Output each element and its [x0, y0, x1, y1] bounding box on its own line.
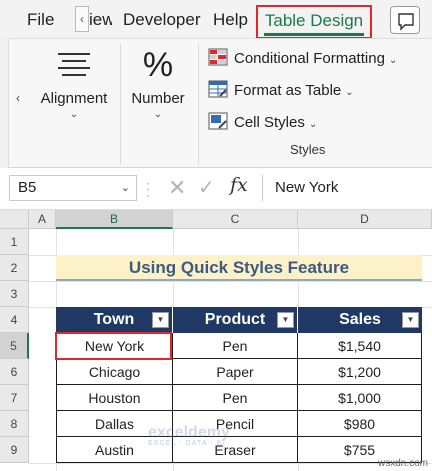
- ribbon-divider: [9, 38, 432, 39]
- number-button[interactable]: % Number ⌄: [128, 46, 188, 120]
- table-header-town[interactable]: Town ▼: [56, 307, 173, 333]
- chevron-down-icon: ⌄: [153, 109, 163, 120]
- styles-group-label: Styles: [290, 142, 326, 157]
- alignment-button[interactable]: Alignment ⌄: [38, 46, 110, 120]
- row-header-2[interactable]: 2: [0, 255, 29, 281]
- cell-styles-button[interactable]: Cell Styles ⌄: [208, 110, 317, 136]
- row-header-9[interactable]: 9: [0, 437, 29, 463]
- table-cell-sales[interactable]: $1,200: [298, 359, 422, 385]
- tab-developer[interactable]: Developer: [123, 0, 201, 38]
- cancel-icon[interactable]: ✕: [168, 175, 186, 201]
- table-header-product[interactable]: Product ▼: [173, 307, 298, 333]
- chevron-down-icon: ⌄: [308, 119, 318, 130]
- cell-styles-icon: [208, 112, 228, 130]
- select-all-button[interactable]: [0, 210, 29, 229]
- chevron-down-icon[interactable]: ⌄: [121, 176, 130, 200]
- number-label: Number: [131, 90, 185, 107]
- name-box-value: B5: [18, 179, 37, 196]
- format-as-table-label: Format as Table: [234, 82, 342, 99]
- active-tab-indicator: [264, 33, 364, 36]
- conditional-formatting-icon: [208, 48, 228, 66]
- ribbon-scroll-left-button[interactable]: ‹: [11, 78, 25, 118]
- formula-bar-resize-handle[interactable]: · · ·: [146, 177, 154, 201]
- filter-dropdown-icon[interactable]: ▼: [152, 312, 169, 328]
- alignment-label: Alignment: [40, 90, 108, 107]
- row-header-6[interactable]: 6: [0, 359, 29, 385]
- cell-styles-label: Cell Styles: [234, 114, 305, 131]
- table-cell-town[interactable]: Chicago: [56, 359, 173, 385]
- watermark-name: exceldemy: [148, 424, 230, 441]
- column-header-c[interactable]: C: [173, 210, 298, 229]
- watermark-tagline: EXCEL · DATA · BI: [148, 440, 226, 447]
- worksheet-grid[interactable]: A B C D 1 2 3 4 5 6 7 8 9 Using Quick St…: [0, 210, 432, 471]
- conditional-formatting-button[interactable]: Conditional Formatting ⌄: [208, 46, 397, 72]
- watermark: exceldemy EXCEL · DATA · BI: [148, 424, 230, 447]
- table-header-sales[interactable]: Sales ▼: [298, 307, 422, 333]
- conditional-formatting-label: Conditional Formatting: [234, 50, 385, 67]
- row-header-1[interactable]: 1: [0, 229, 29, 255]
- column-header-b[interactable]: B: [56, 210, 173, 229]
- group-separator: [120, 44, 121, 164]
- row-header-7[interactable]: 7: [0, 385, 29, 411]
- alignment-icon: [58, 53, 90, 76]
- name-box[interactable]: B5 ⌄: [9, 175, 137, 201]
- formula-bar: B5 ⌄ · · · ✕ ✓ fx New York: [0, 168, 432, 210]
- format-as-table-icon: [208, 80, 228, 98]
- ribbon-tab-bar: File ‹ View Developer Help Table Design: [0, 0, 432, 39]
- chevron-down-icon: ⌄: [69, 109, 79, 120]
- column-header-d[interactable]: D: [298, 210, 432, 229]
- enter-icon[interactable]: ✓: [198, 175, 215, 200]
- ribbon-edge: [0, 38, 9, 168]
- table-cell-town[interactable]: Houston: [56, 385, 173, 411]
- source-mark: wsxdn.com: [377, 458, 428, 469]
- chevron-down-icon: ⌄: [388, 55, 398, 66]
- table-cell-product[interactable]: Pen: [173, 333, 298, 359]
- row-header-4[interactable]: 4: [0, 307, 29, 333]
- chevron-down-icon: ⌄: [345, 87, 354, 98]
- percent-icon: %: [142, 46, 174, 84]
- tab-view-label: View: [90, 10, 112, 29]
- gridline: [29, 281, 432, 282]
- filter-dropdown-icon[interactable]: ▼: [277, 312, 294, 328]
- table-cell-product[interactable]: Paper: [173, 359, 298, 385]
- format-as-table-button[interactable]: Format as Table ⌄: [208, 78, 354, 104]
- row-header-3[interactable]: 3: [0, 281, 29, 307]
- filter-dropdown-icon[interactable]: ▼: [402, 312, 419, 328]
- tab-view[interactable]: View: [90, 0, 112, 38]
- table-header-label: Product: [204, 311, 266, 328]
- active-cell-highlight: [55, 332, 172, 360]
- column-header-a[interactable]: A: [29, 210, 56, 229]
- gridline: [29, 463, 432, 464]
- table-cell-sales[interactable]: $1,540: [298, 333, 422, 359]
- table-cell-product[interactable]: Pen: [173, 385, 298, 411]
- insert-function-icon[interactable]: fx: [230, 174, 248, 196]
- table-cell-sales[interactable]: $980: [298, 411, 422, 437]
- table-cell-sales[interactable]: $1,000: [298, 385, 422, 411]
- comment-icon: [398, 13, 414, 31]
- comments-button[interactable]: [390, 6, 420, 34]
- row-header-5[interactable]: 5: [0, 333, 29, 359]
- formula-input[interactable]: New York: [262, 175, 432, 201]
- scroll-tabs-left-button[interactable]: ‹: [75, 6, 89, 32]
- tab-help[interactable]: Help: [213, 0, 248, 38]
- table-header-label: Sales: [339, 311, 381, 328]
- table-header-label: Town: [93, 311, 135, 328]
- tab-file[interactable]: File: [27, 0, 54, 38]
- sheet-title[interactable]: Using Quick Styles Feature: [56, 255, 422, 281]
- row-header-8[interactable]: 8: [0, 411, 29, 437]
- group-separator: [198, 44, 199, 164]
- ribbon-panel: ‹ Alignment ⌄ % Number ⌄ Conditional For…: [0, 38, 432, 168]
